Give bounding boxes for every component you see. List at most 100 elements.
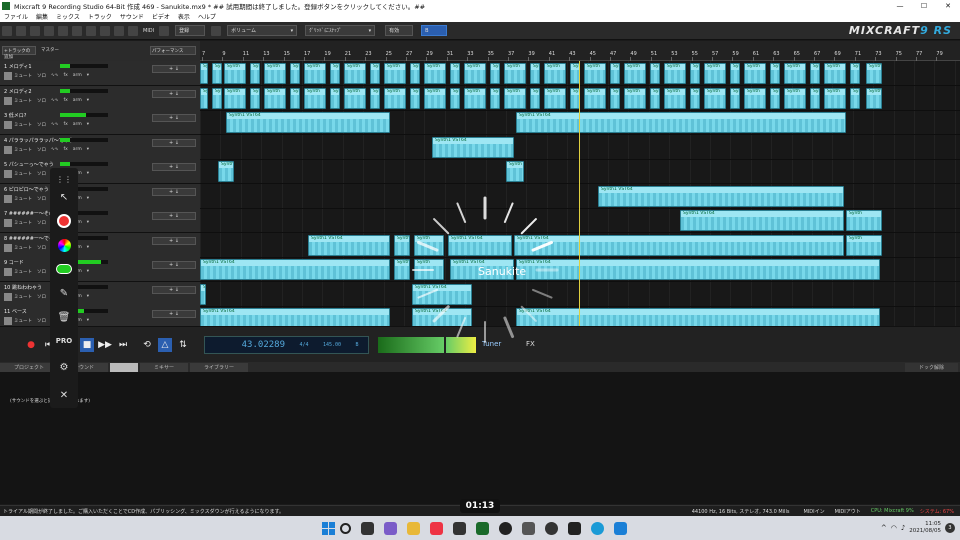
drag-handle-icon[interactable]: ⋮⋮ [55, 170, 73, 188]
solo-button[interactable]: ソロ [37, 98, 46, 104]
fx-track-button[interactable]: fx [64, 98, 68, 104]
solo-button[interactable]: ソロ [37, 269, 46, 275]
track-header[interactable]: 4 パララッパララッパ〜でゃう + ↓ ミュート ソロ ∿∿ fx arm ▾ [0, 134, 200, 160]
track-lane[interactable]: SynthSynth1 VST64 [200, 282, 960, 307]
track-header[interactable]: 8 ######ー〜でゃう+ ↓ミュートソロ∿∿fxarm▾ [0, 232, 200, 258]
track-add-effect-button[interactable]: + ↓ [152, 310, 196, 318]
menu-help[interactable]: ヘルプ [194, 12, 220, 21]
midi-clip[interactable]: Synth [690, 63, 700, 84]
midi-clip[interactable]: Synth [810, 63, 820, 84]
chevron-down-icon[interactable]: ▾ [87, 98, 89, 104]
track-add-effect-button[interactable]: + ↓ [152, 89, 196, 98]
midi-clip[interactable]: Synth [250, 63, 260, 84]
menu-sound[interactable]: サウンド [116, 12, 148, 21]
color-wheel-icon[interactable] [55, 236, 73, 254]
track-lane[interactable]: Synth1 VST64 [200, 184, 960, 209]
menu-file[interactable]: ファイル [0, 12, 32, 21]
app-icon-d[interactable] [545, 521, 558, 535]
piano-icon[interactable] [128, 25, 138, 36]
midi-clip[interactable]: Synth [504, 87, 526, 109]
maximize-button[interactable]: ☐ [912, 2, 936, 10]
track-lane[interactable]: Synth1 VST64 Synth [200, 208, 960, 233]
midi-clip[interactable]: Synth1 VST64 [516, 112, 846, 133]
menu-mix[interactable]: ミックス [52, 12, 84, 21]
arm-button[interactable]: arm [73, 98, 82, 104]
midi-clip[interactable]: Synth [690, 87, 700, 109]
track-add-effect-button[interactable]: + ↓ [152, 187, 196, 196]
midi-clip[interactable]: Synth1 VST64 [432, 136, 514, 158]
fx-track-button[interactable]: fx [64, 73, 68, 79]
chevron-down-icon[interactable]: ▾ [87, 294, 89, 300]
track-add-effect-button[interactable]: + ↓ [152, 163, 196, 171]
mute-button[interactable]: ミュート [14, 73, 32, 79]
midi-clip[interactable]: Synth [200, 283, 206, 305]
close-overlay-icon[interactable]: ✕ [55, 386, 73, 404]
solo-button[interactable]: ソロ [37, 73, 46, 79]
midi-clip[interactable]: Synth [664, 87, 686, 109]
enable-button[interactable]: 有効 [385, 25, 414, 36]
new-file-icon[interactable] [2, 25, 12, 36]
track-header[interactable]: 7 ######ー〜その2+ ↓ミュートソロ∿∿fxarm▾ [0, 208, 200, 233]
metronome-icon[interactable] [114, 25, 124, 36]
midi-clip[interactable]: Synth [450, 87, 460, 109]
solo-button[interactable]: ソロ [37, 245, 46, 251]
track-header[interactable]: 2 メロディ2 + ↓ ミュート ソロ ∿∿ fx arm ▾ [0, 85, 200, 111]
midi-clip[interactable]: Synth [506, 161, 524, 182]
fx-track-button[interactable]: fx [64, 122, 68, 128]
wifi-icon[interactable]: ◠ [891, 524, 897, 532]
midi-clip[interactable]: Synth [290, 63, 300, 84]
midi-clip[interactable]: Synth [450, 63, 460, 84]
chevron-down-icon[interactable]: ▾ [87, 122, 89, 128]
track-add-effect-button[interactable]: + ↓ [152, 212, 196, 220]
midi-clip[interactable]: Synth [264, 87, 286, 109]
midi-clip[interactable]: Synth [218, 161, 234, 182]
arrangement-area[interactable]: SynthSynthSynthSynthSynthSynthSynthSynth… [200, 61, 960, 326]
midi-clip[interactable]: Synth [410, 87, 420, 109]
track-add-effect-button[interactable]: + ↓ [152, 236, 196, 245]
track-header[interactable]: 9 コード+ ↓ミュートソロ∿∿fxarm▾ [0, 257, 200, 282]
chevron-down-icon[interactable]: ▾ [87, 269, 89, 275]
mixcraft-taskbar-icon[interactable] [476, 521, 489, 535]
skip-end-icon[interactable]: ⏭ [116, 338, 130, 352]
loop-icon[interactable]: ⟲ [140, 338, 154, 352]
midi-clip[interactable]: Synth [344, 63, 366, 84]
midi-clip[interactable]: Synth [664, 63, 686, 84]
midi-clip[interactable]: Synth [730, 63, 740, 84]
midi-clip[interactable]: Synth1 VST64 [516, 308, 880, 326]
tray-chevron-icon[interactable]: ^ [881, 524, 887, 532]
redo-icon[interactable] [100, 25, 110, 36]
midi-clip[interactable]: Synth [304, 63, 326, 84]
midi-clip[interactable]: Synth1 VST64 [200, 259, 390, 280]
midi-clip[interactable]: Synth1 VST64 [598, 185, 844, 207]
copy-icon[interactable] [58, 25, 68, 36]
volume-icon[interactable]: ♪ [901, 524, 905, 532]
play-icon[interactable]: ▶▶ [98, 338, 112, 352]
midi-clip[interactable]: Synth1 VST64 [308, 234, 390, 256]
pro-badge[interactable]: PRO [55, 332, 73, 350]
track-add-effect-button[interactable]: + ↓ [152, 65, 196, 73]
tab-blank[interactable] [110, 362, 139, 372]
midi-clip[interactable]: Synth [704, 63, 726, 84]
track-lane[interactable]: Synth Synth Synth Synth Synth Synth Synth Synth… [200, 86, 960, 111]
midi-clip[interactable]: Synth [370, 63, 380, 84]
midi-clip[interactable]: Synth [544, 87, 566, 109]
midi-clip[interactable]: Synth [624, 87, 646, 109]
file-explorer-icon[interactable] [407, 521, 420, 535]
track-header[interactable]: 3 低メロ? + ↓ ミュート ソロ ∿∿ fx arm ▾ [0, 110, 200, 135]
midi-clip[interactable]: Synth [504, 63, 526, 84]
menu-edit[interactable]: 編集 [32, 12, 52, 21]
midi-clip[interactable]: Synth [224, 87, 246, 109]
chevron-down-icon[interactable]: ▾ [87, 171, 89, 177]
midi-clip[interactable]: Synth [464, 63, 486, 84]
vivaldi-icon[interactable] [430, 521, 443, 535]
midi-clip[interactable]: Synth [370, 87, 380, 109]
midi-clip[interactable]: Synth [344, 87, 366, 109]
save-icon[interactable] [30, 25, 40, 36]
midi-clip[interactable]: Synth [212, 87, 222, 109]
track-add-effect-button[interactable]: + ↓ [152, 285, 196, 294]
tab-library[interactable]: ライブラリー [190, 362, 249, 372]
chevron-down-icon[interactable]: ▾ [87, 73, 89, 79]
performance-button[interactable]: パフォーマンス [150, 46, 196, 55]
menu-video[interactable]: ビデオ [148, 12, 174, 21]
mute-button[interactable]: ミュート [14, 220, 32, 226]
